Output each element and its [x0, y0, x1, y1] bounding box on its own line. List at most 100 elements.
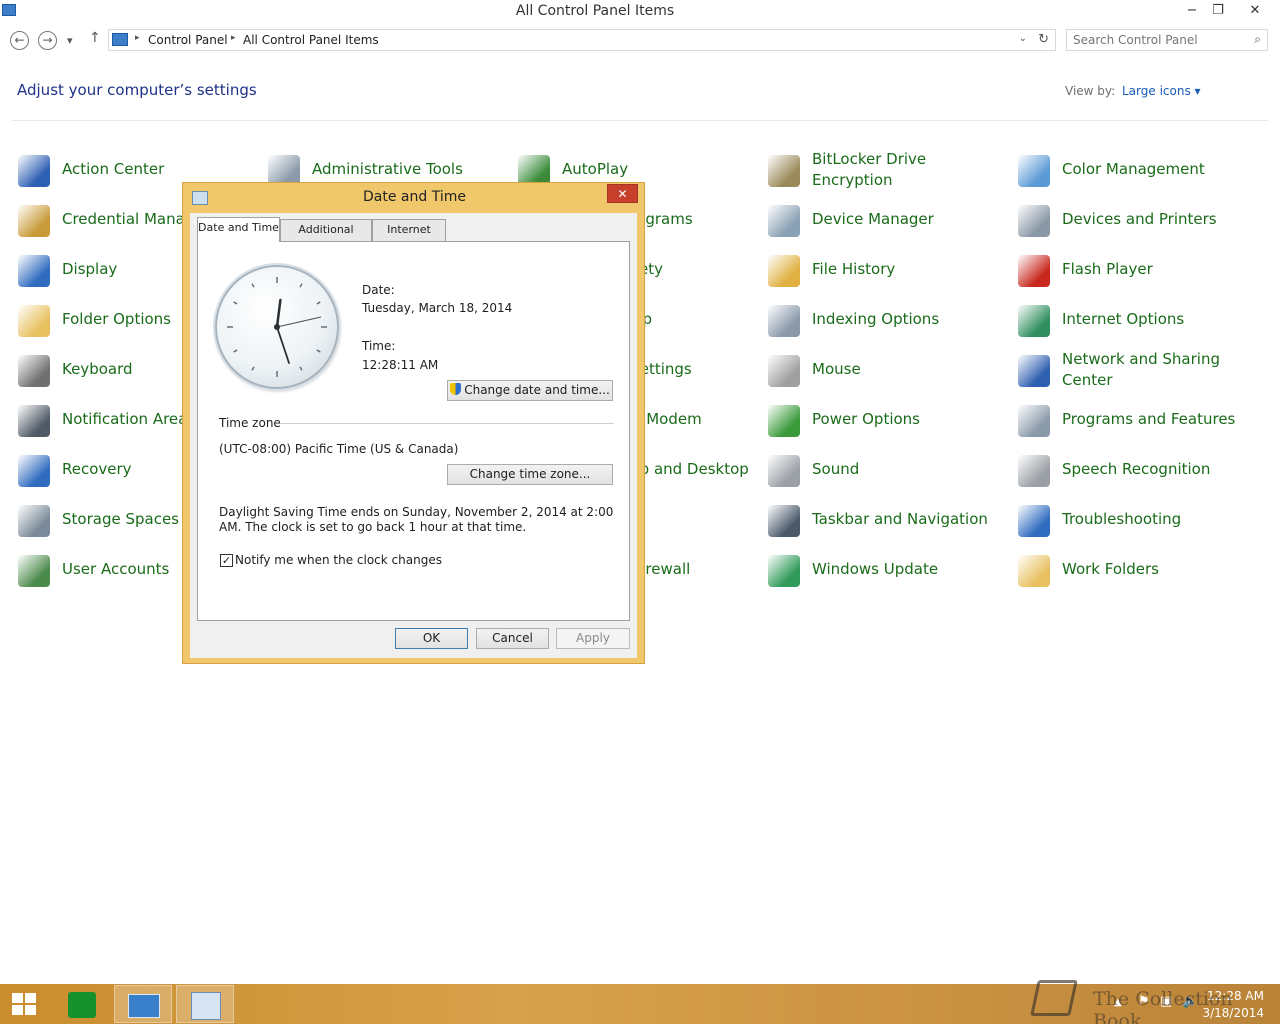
date-label: Date: — [362, 283, 395, 297]
change-time-zone-button[interactable]: Change time zone... — [447, 464, 613, 485]
control-panel-icon — [112, 33, 128, 46]
show-hidden-icons-icon[interactable]: ▲ — [1114, 997, 1122, 1008]
apply-button[interactable]: Apply — [556, 628, 630, 649]
control-panel-item-label: Programs and Features — [1062, 410, 1236, 428]
control-panel-item[interactable]: Indexing Options — [768, 295, 1008, 345]
search-input[interactable] — [1073, 32, 1243, 48]
control-panel-item[interactable]: Color Management — [1018, 145, 1258, 195]
magnifier-icon — [768, 305, 800, 337]
tab-panel-date-and-time: Date: Tuesday, March 18, 2014 Time: 12:2… — [197, 241, 630, 621]
refresh-icon[interactable]: ↻ — [1038, 32, 1049, 47]
control-panel-item[interactable]: BitLocker Drive Encryption — [768, 145, 1008, 195]
clock-tick — [299, 366, 303, 371]
dialog-title: Date and Time — [363, 189, 466, 205]
flash-icon — [1018, 255, 1050, 287]
volume-icon[interactable]: 🔈 — [1182, 994, 1198, 1009]
clock-tick — [233, 301, 238, 305]
control-panel-item[interactable]: Mouse — [768, 345, 1008, 395]
breadcrumb-separator-icon[interactable]: ▸ — [135, 33, 140, 43]
speaker-icon — [768, 455, 800, 487]
up-button[interactable]: ↑ — [89, 30, 101, 46]
keyboard-icon — [18, 355, 50, 387]
check-icon: ✓ — [221, 554, 232, 567]
uac-shield-icon — [450, 383, 462, 395]
address-bar[interactable]: ▸ Control Panel ▸ All Control Panel Item… — [108, 29, 1056, 51]
tab-additional-clocks[interactable]: Additional Clocks — [280, 219, 372, 256]
search-icon[interactable]: ⌕ — [1254, 32, 1261, 47]
control-panel-item[interactable]: File History — [768, 245, 1008, 295]
change-date-time-button[interactable]: Change date and time... — [447, 380, 613, 401]
clock-tick — [299, 283, 303, 288]
control-panel-item[interactable]: Network and Sharing Center — [1018, 345, 1258, 395]
taskbar-store[interactable] — [52, 985, 110, 1023]
system-tray: ▲ ⚑ ▣ 🔈 12:28 AM 3/18/2014 — [1100, 984, 1280, 1024]
forward-button[interactable]: → — [38, 31, 57, 50]
control-panel-item-label: File History — [812, 260, 896, 278]
view-by-dropdown[interactable]: Large icons ▾ — [1122, 84, 1201, 98]
flag-icon — [18, 155, 50, 187]
search-box[interactable]: ⌕ — [1066, 29, 1268, 51]
time-value: 12:28:11 AM — [362, 358, 439, 372]
control-panel-item-label: Administrative Tools — [312, 160, 463, 178]
control-panel-item-label: Color Management — [1062, 160, 1205, 178]
tab-date-and-time[interactable]: Date and Time — [197, 217, 280, 242]
control-panel-item[interactable]: Devices and Printers — [1018, 195, 1258, 245]
control-panel-item[interactable]: Flash Player — [1018, 245, 1258, 295]
address-dropdown-icon[interactable]: ⌄ — [1019, 33, 1027, 44]
header-divider — [12, 120, 1268, 121]
control-panel-item[interactable]: Speech Recognition — [1018, 445, 1258, 495]
keys-icon — [768, 155, 800, 187]
breadcrumb-separator-icon[interactable]: ▸ — [231, 33, 236, 43]
date-time-taskbar-icon — [191, 992, 221, 1020]
work-folders-icon — [1018, 555, 1050, 587]
control-panel-item-label: Taskbar and Navigation — [812, 510, 988, 528]
taskbar-clock-date[interactable]: 3/18/2014 — [1202, 1006, 1264, 1020]
control-panel-item[interactable]: Taskbar and Navigation — [768, 495, 1008, 545]
recovery-icon — [18, 455, 50, 487]
notify-label[interactable]: Notify me when the clock changes — [235, 553, 442, 567]
notification-icon — [18, 405, 50, 437]
restore-button[interactable]: ❐ — [1203, 0, 1233, 22]
taskbar-clock-time[interactable]: 12:28 AM — [1207, 989, 1264, 1003]
notify-checkbox[interactable]: ✓ — [220, 554, 233, 567]
dialog-client: Date and Time Additional Clocks Internet… — [190, 213, 637, 658]
start-button[interactable] — [0, 985, 58, 1023]
control-panel-item-label: Internet Options — [1062, 310, 1185, 328]
color-icon — [1018, 155, 1050, 187]
breadcrumb-control-panel[interactable]: Control Panel — [148, 33, 228, 47]
date-value: Tuesday, March 18, 2014 — [362, 301, 513, 315]
cancel-button[interactable]: Cancel — [476, 628, 549, 649]
breadcrumb-all-items[interactable]: All Control Panel Items — [243, 33, 379, 47]
clock-tick — [316, 301, 321, 305]
action-center-flag-icon[interactable]: ⚑ — [1138, 994, 1150, 1009]
control-panel-item[interactable]: Power Options — [768, 395, 1008, 445]
clock-second-hand — [276, 316, 322, 328]
clock-face-icon — [227, 277, 327, 377]
control-panel-item-label: Power Options — [812, 410, 920, 428]
control-panel-item[interactable]: Windows Update — [768, 545, 1008, 595]
taskbar-date-time[interactable] — [176, 985, 234, 1023]
view-by-label: View by: — [1065, 84, 1116, 98]
back-button[interactable]: ← — [10, 31, 29, 50]
recent-locations-button[interactable]: ▾ — [67, 34, 73, 47]
analog-clock — [215, 265, 339, 389]
control-panel-item-label: Work Folders — [1062, 560, 1159, 578]
control-panel-item[interactable]: Troubleshooting — [1018, 495, 1258, 545]
taskbar-control-panel[interactable] — [114, 985, 172, 1023]
control-panel-item[interactable]: Programs and Features — [1018, 395, 1258, 445]
time-zone-heading: Time zone — [219, 416, 281, 430]
ok-button[interactable]: OK — [395, 628, 468, 649]
network-icon[interactable]: ▣ — [1160, 994, 1172, 1009]
update-icon — [768, 555, 800, 587]
close-button[interactable]: ✕ — [1240, 0, 1270, 22]
address-row: ← → ▾ ↑ ▸ Control Panel ▸ All Control Pa… — [0, 28, 1280, 54]
device-manager-icon — [768, 205, 800, 237]
control-panel-item-label: Network and Sharing Center — [1062, 350, 1220, 389]
control-panel-item[interactable]: Internet Options — [1018, 295, 1258, 345]
tab-internet-time[interactable]: Internet Time — [372, 219, 446, 256]
control-panel-item[interactable]: Device Manager — [768, 195, 1008, 245]
dialog-close-button[interactable]: ✕ — [607, 184, 638, 203]
control-panel-item[interactable]: Work Folders — [1018, 545, 1258, 595]
control-panel-item[interactable]: Sound — [768, 445, 1008, 495]
programs-features-icon — [1018, 405, 1050, 437]
